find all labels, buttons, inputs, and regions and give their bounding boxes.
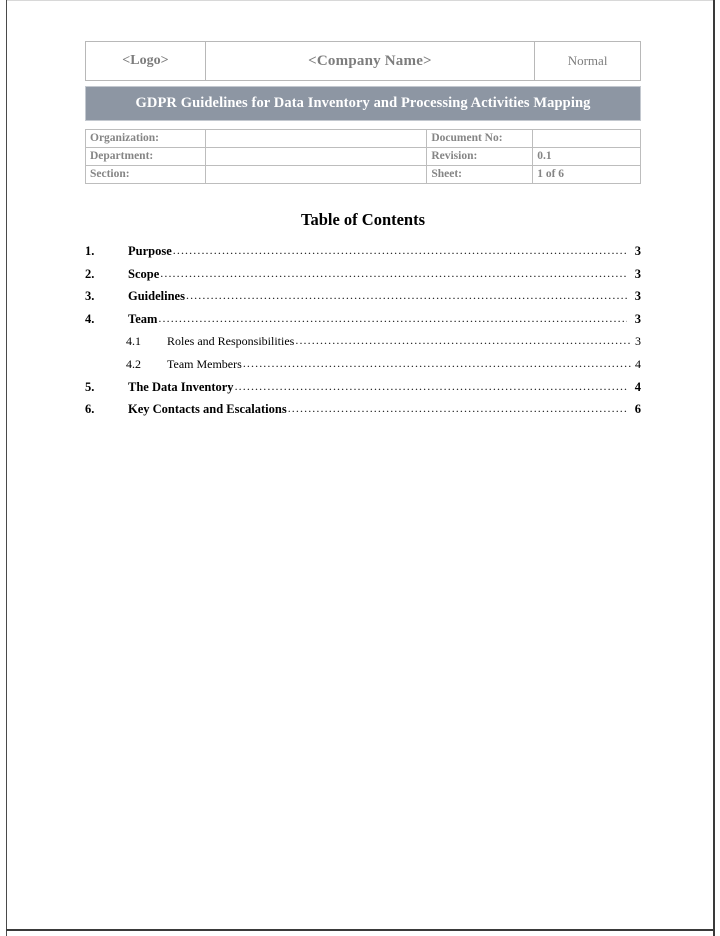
toc-dot-leader xyxy=(173,243,627,258)
toc-entry-label: Key Contacts and Escalations xyxy=(128,402,287,417)
document-title-bar: GDPR Guidelines for Data Inventory and P… xyxy=(85,86,641,121)
table-row: Section: Sheet: 1 of 6 xyxy=(85,165,641,184)
toc-entry[interactable]: 4.2 Team Members 4 xyxy=(85,357,641,380)
table-row: Department: Revision: 0.1 xyxy=(85,147,641,166)
toc-entry-number: 4.1 xyxy=(126,334,141,349)
toc-entry[interactable]: 1. Purpose 3 xyxy=(85,244,641,267)
toc-entry-page-number: 3 xyxy=(635,334,641,349)
toc-dot-leader xyxy=(243,356,631,371)
toc-entry-number: 6. xyxy=(85,402,95,417)
toc-dot-leader xyxy=(288,401,627,416)
toc-entry[interactable]: 3. Guidelines 3 xyxy=(85,289,641,312)
section-label: Section: xyxy=(85,165,206,184)
toc-entry[interactable]: 4.1 Roles and Responsibilities 3 xyxy=(85,334,641,357)
toc-entry-number: 4. xyxy=(85,311,95,326)
toc-entry-number: 4.2 xyxy=(126,356,141,371)
department-label: Department: xyxy=(85,147,206,166)
toc-entry-label: Roles and Responsibilities xyxy=(167,334,295,349)
toc-entry-label: Scope xyxy=(128,266,160,281)
company-name-cell: <Company Name> xyxy=(204,41,536,81)
toc-entry-label: Team Members xyxy=(167,356,242,371)
header-row: <Logo> <Company Name> Normal xyxy=(85,41,641,81)
organization-value[interactable] xyxy=(204,129,428,148)
toc-entry-page-number: 3 xyxy=(634,311,641,326)
toc-entry-number: 3. xyxy=(85,289,95,304)
document-no-value[interactable] xyxy=(532,129,641,148)
logo-placeholder-cell: <Logo> xyxy=(85,41,206,81)
document-no-label: Document No: xyxy=(426,129,534,148)
page-content: <Logo> <Company Name> Normal GDPR Guidel… xyxy=(0,0,720,936)
toc-entry-label: Team xyxy=(128,311,158,326)
toc-entry-page-number: 3 xyxy=(634,289,641,304)
toc-dot-leader xyxy=(235,379,627,394)
toc-entry-label: Purpose xyxy=(128,244,172,258)
toc-entry-number: 2. xyxy=(85,266,95,281)
toc-dot-leader xyxy=(186,288,627,303)
document-header-table: <Logo> <Company Name> Normal xyxy=(85,41,641,81)
revision-label: Revision: xyxy=(426,147,534,166)
table-row: Organization: Document No: xyxy=(85,129,641,148)
toc-entry[interactable]: 2. Scope 3 xyxy=(85,267,641,290)
revision-value[interactable]: 0.1 xyxy=(532,147,641,166)
section-value[interactable] xyxy=(204,165,428,184)
toc-entry-number: 1. xyxy=(85,244,95,258)
document-page: <Logo> <Company Name> Normal GDPR Guidel… xyxy=(0,0,720,936)
toc-entry-page-number: 6 xyxy=(634,402,641,417)
toc-entry-label: Guidelines xyxy=(128,289,185,304)
toc-dot-leader xyxy=(158,311,627,326)
toc-entry-page-number: 3 xyxy=(634,244,641,258)
toc-dot-leader xyxy=(295,333,631,348)
toc-entry-page-number: 3 xyxy=(634,266,641,281)
toc-entry[interactable]: 5. The Data Inventory 4 xyxy=(85,380,641,403)
document-title: GDPR Guidelines for Data Inventory and P… xyxy=(135,95,591,111)
toc-entry-page-number: 4 xyxy=(634,379,641,394)
document-info-table: Organization: Document No: Department: R… xyxy=(85,129,641,184)
department-value[interactable] xyxy=(204,147,428,166)
table-of-contents-heading: Table of Contents xyxy=(300,210,426,229)
toc-entry[interactable]: 6. Key Contacts and Escalations 6 xyxy=(85,402,641,425)
toc-dot-leader xyxy=(160,266,627,281)
organization-label: Organization: xyxy=(85,129,206,148)
toc-entry-page-number: 4 xyxy=(635,356,641,371)
document-status-cell: Normal xyxy=(534,41,641,81)
toc-entry-number: 5. xyxy=(85,379,95,394)
sheet-label: Sheet: xyxy=(426,165,534,184)
toc-entry-label: The Data Inventory xyxy=(128,379,234,394)
toc-entry[interactable]: 4. Team 3 xyxy=(85,312,641,335)
table-of-contents-list: 1.Purpose32.Scope33.Guidelines34.Team34.… xyxy=(85,244,641,425)
sheet-value[interactable]: 1 of 6 xyxy=(532,165,641,184)
